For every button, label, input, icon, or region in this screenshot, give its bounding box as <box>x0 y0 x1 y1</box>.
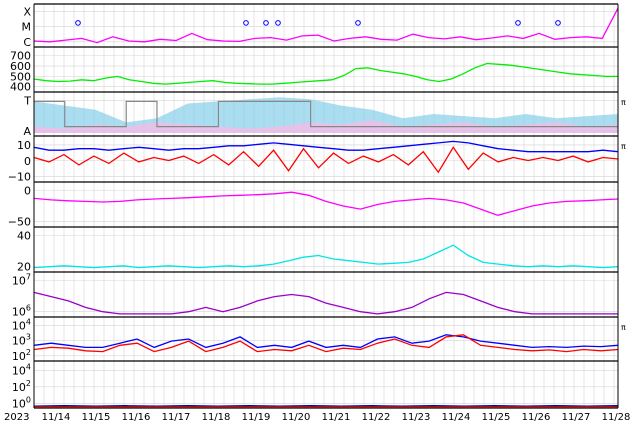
panel-dst-index <box>33 190 619 222</box>
x-tick-label: 11/18 <box>202 412 231 423</box>
series-line <box>33 62 618 85</box>
y-tick-label: 107 <box>12 273 31 288</box>
y-tick-label: 400 <box>10 81 31 94</box>
x-tick-label: 11/20 <box>282 412 311 423</box>
y-tick-label: 104 <box>12 362 31 377</box>
y-tick-label: −50 <box>8 216 31 229</box>
panel-kp-ae <box>33 235 619 269</box>
y-tick-label: T <box>23 95 31 108</box>
flare-marker <box>263 20 269 26</box>
series-line <box>33 244 619 269</box>
panel-right-label: π <box>621 98 626 107</box>
series-line <box>33 146 619 174</box>
x-tick-label: 11/23 <box>402 412 431 423</box>
x-tick-label: 11/28 <box>602 412 631 423</box>
series-line <box>33 7 619 44</box>
panel-xray-flux <box>33 325 619 357</box>
flare-marker <box>75 20 81 26</box>
y-tick-label: A <box>23 125 31 138</box>
y-tick-label: −10 <box>8 171 31 184</box>
y-tick-label: 103 <box>12 333 31 348</box>
x-tick-label: 11/22 <box>362 412 391 423</box>
y-tick-label: 106 <box>12 304 31 319</box>
x-tick-label: 11/15 <box>82 412 111 423</box>
series-line <box>33 291 618 315</box>
y-tick-label: 10 <box>17 139 31 152</box>
flare-marker <box>243 20 249 26</box>
y-tick-label: C <box>23 36 31 49</box>
series-line <box>33 191 619 216</box>
y-tick-label: 102 <box>12 379 31 394</box>
y-tick-label: X <box>23 6 31 19</box>
x-tick-label: 11/24 <box>442 412 471 423</box>
x-tick-label: 11/21 <box>322 412 351 423</box>
y-tick-label: 0 <box>24 185 31 198</box>
x-start-label: 2023 <box>4 412 29 423</box>
y-tick-label: 102 <box>12 348 31 363</box>
x-tick-label: 11/16 <box>122 412 151 423</box>
x-tick-label: 11/25 <box>482 412 511 423</box>
x-tick-label: 11/19 <box>242 412 271 423</box>
x-tick-label: 11/17 <box>162 412 191 423</box>
y-tick-label: M <box>22 21 32 34</box>
flare-marker <box>275 20 281 26</box>
chart-canvas: XMC700600500400TAπ100−10π0−5040201071061… <box>4 3 631 423</box>
series-line <box>33 140 619 153</box>
flare-marker <box>515 20 521 26</box>
space-weather-chart: X M C 700 600 500 400 T Aπ 10 0 −10 π 0 −50 40 20 107 106 1… <box>0 0 634 424</box>
panel-imf-polarity <box>34 97 618 133</box>
y-tick-label: 100 <box>12 395 31 410</box>
x-tick-label: 11/14 <box>42 412 71 423</box>
y-tick-label: 40 <box>17 230 31 243</box>
y-tick-label: 0 <box>24 155 31 168</box>
panel-solar-wind-speed <box>33 55 618 87</box>
flare-marker <box>355 20 361 26</box>
flare-marker <box>555 20 561 26</box>
x-tick-label: 11/26 <box>522 412 551 423</box>
panel-electron-flux <box>33 280 618 315</box>
panel-proton-flux <box>33 369 619 408</box>
panel-right-label: π <box>621 142 626 151</box>
x-tick-label: 11/27 <box>562 412 591 423</box>
y-tick-label: 104 <box>12 318 31 333</box>
panel-imf-bt-bz <box>33 140 619 177</box>
panel-right-label: π <box>621 323 626 332</box>
